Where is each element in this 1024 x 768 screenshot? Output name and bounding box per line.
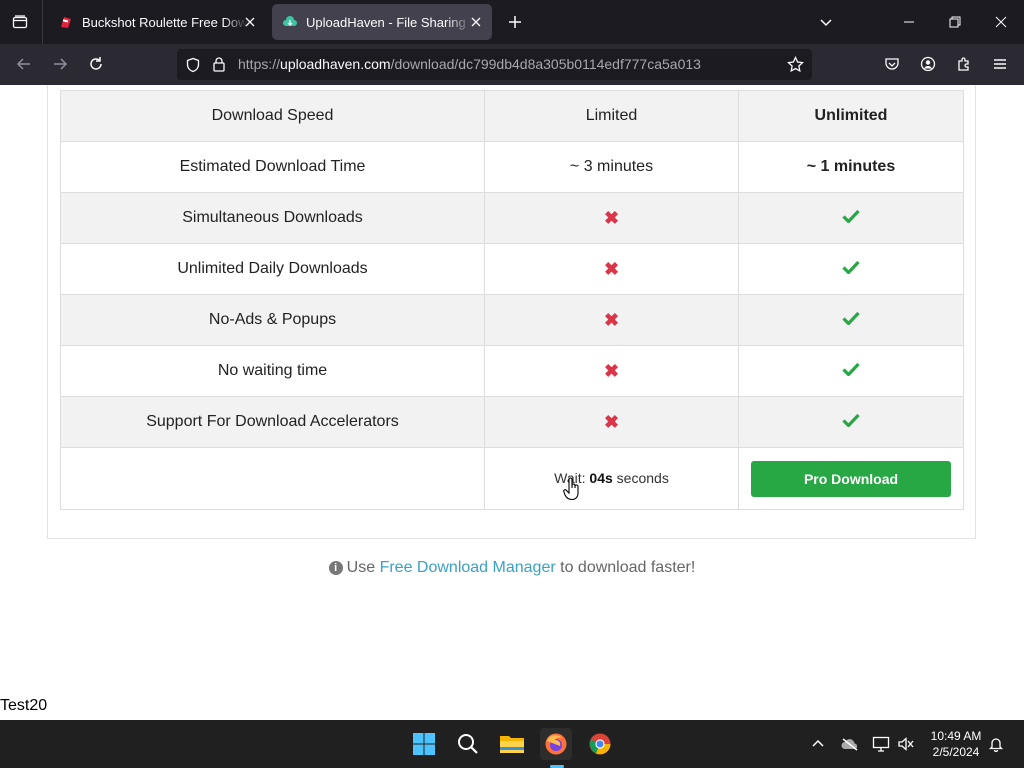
close-window-icon[interactable] xyxy=(989,10,1013,34)
firefox-icon[interactable] xyxy=(540,728,572,760)
table-row: Estimated Download Time ~ 3 minutes ~ 1 … xyxy=(60,141,964,193)
wait-suffix: seconds xyxy=(616,469,669,486)
plan-comparison-table: Download Speed Limited Unlimited Estimat… xyxy=(60,90,964,510)
url-scheme: https:// xyxy=(238,56,281,72)
network-icon[interactable] xyxy=(871,734,891,754)
tab-uploadhaven[interactable]: UploadHaven - File Sharing Made Simple xyxy=(272,4,492,40)
feature-label: Unlimited Daily Downloads xyxy=(60,243,485,295)
pro-value: ~ 1 minutes xyxy=(738,141,964,193)
cross-icon: ✖ xyxy=(603,411,620,432)
table-row: Unlimited Daily Downloads ✖ xyxy=(60,243,964,295)
search-icon[interactable] xyxy=(452,728,484,760)
url-host: uploadhaven.com xyxy=(280,56,391,72)
navigation-toolbar: https://uploadhaven.com/download/dc799db… xyxy=(0,44,1024,85)
feature-label: No waiting time xyxy=(60,345,485,397)
check-icon xyxy=(842,413,860,432)
tab-title: UploadHaven - File Sharing Made Simple xyxy=(306,14,472,30)
cloud-favicon-icon xyxy=(282,14,298,30)
url-path: /download/dc799db4d8a305b0114edf777ca5a0… xyxy=(390,56,701,72)
check-icon xyxy=(842,209,860,228)
windows-taskbar: 10:49 AM 2/5/2024 xyxy=(0,720,1024,768)
cross-icon: ✖ xyxy=(603,258,620,279)
feature-label: Support For Download Accelerators xyxy=(60,396,485,448)
bookmark-star-icon[interactable] xyxy=(787,55,804,78)
wait-seconds: 04s xyxy=(589,469,613,486)
tab-list-icon[interactable] xyxy=(8,10,32,34)
page-content: Download Speed Limited Unlimited Estimat… xyxy=(0,85,1024,720)
tracking-protection-shield-icon[interactable] xyxy=(185,57,201,78)
clock-date: 2/5/2024 xyxy=(932,745,980,759)
hand-cursor-icon xyxy=(563,477,581,506)
pro-value: Unlimited xyxy=(738,90,964,142)
feature-label: Simultaneous Downloads xyxy=(60,192,485,244)
address-bar[interactable]: https://uploadhaven.com/download/dc799db… xyxy=(177,49,812,80)
back-icon[interactable] xyxy=(12,52,36,76)
table-row: Support For Download Accelerators ✖ xyxy=(60,396,964,448)
chrome-icon[interactable] xyxy=(584,728,616,760)
table-row: Simultaneous Downloads ✖ xyxy=(60,192,964,244)
pro-download-button[interactable]: Pro Download xyxy=(751,460,951,497)
tip-rest: to download faster! xyxy=(560,559,696,576)
close-tab-icon[interactable] xyxy=(242,14,258,30)
info-icon: i xyxy=(328,561,343,575)
cross-icon: ✖ xyxy=(603,309,620,330)
volume-muted-icon[interactable] xyxy=(896,734,916,754)
notification-bell-icon[interactable] xyxy=(986,734,1006,754)
tab-overflow-chevron-icon[interactable] xyxy=(814,10,838,34)
check-icon xyxy=(842,311,860,330)
onedrive-cloud-icon[interactable] xyxy=(840,734,860,754)
table-row: Download Speed Limited Unlimited xyxy=(60,90,964,142)
menu-hamburger-icon[interactable] xyxy=(988,52,1012,76)
tab-divider xyxy=(42,0,43,44)
close-tab-icon[interactable] xyxy=(468,14,484,30)
free-download-manager-link[interactable]: Free Download Manager xyxy=(380,559,556,576)
download-tip: i Use Free Download Manager to download f… xyxy=(0,559,1024,577)
feature-label: Estimated Download Time xyxy=(60,141,485,193)
page-footer-label: Test20 xyxy=(0,697,48,714)
free-value: Limited xyxy=(484,90,739,142)
game-favicon-icon xyxy=(58,14,74,30)
system-clock[interactable]: 10:49 AM 2/5/2024 xyxy=(920,728,992,760)
free-value: ~ 3 minutes xyxy=(484,141,739,193)
empty-cell xyxy=(60,447,485,510)
minimize-icon[interactable] xyxy=(897,10,921,34)
account-icon[interactable] xyxy=(916,52,940,76)
cross-icon: ✖ xyxy=(603,207,620,228)
forward-icon[interactable] xyxy=(48,52,72,76)
clock-time: 10:49 AM xyxy=(930,729,982,743)
windows-start-icon[interactable] xyxy=(408,728,440,760)
cross-icon: ✖ xyxy=(603,360,620,381)
table-row: No-Ads & Popups ✖ xyxy=(60,294,964,346)
tab-title: Buckshot Roulette Free Download xyxy=(82,14,248,30)
show-hidden-icons-chevron-icon[interactable] xyxy=(808,734,828,754)
check-icon xyxy=(842,260,860,279)
extensions-puzzle-icon[interactable] xyxy=(952,52,976,76)
table-row: No waiting time ✖ xyxy=(60,345,964,397)
table-row: Wait: 04s seconds Pro Download xyxy=(60,447,964,510)
new-tab-icon[interactable] xyxy=(503,10,527,34)
file-explorer-icon[interactable] xyxy=(496,728,528,760)
feature-label: No-Ads & Popups xyxy=(60,294,485,346)
tip-use: Use xyxy=(346,559,376,576)
lock-icon[interactable] xyxy=(212,56,226,77)
tab-buckshot-roulette[interactable]: Buckshot Roulette Free Download xyxy=(48,4,266,40)
reload-icon[interactable] xyxy=(84,52,108,76)
url-text[interactable]: https://uploadhaven.com/download/dc799db… xyxy=(238,56,701,72)
restore-icon[interactable] xyxy=(943,10,967,34)
feature-label: Download Speed xyxy=(60,90,485,142)
pocket-icon[interactable] xyxy=(880,52,904,76)
check-icon xyxy=(842,362,860,381)
browser-tab-strip: Buckshot Roulette Free Download UploadHa… xyxy=(0,0,1024,44)
